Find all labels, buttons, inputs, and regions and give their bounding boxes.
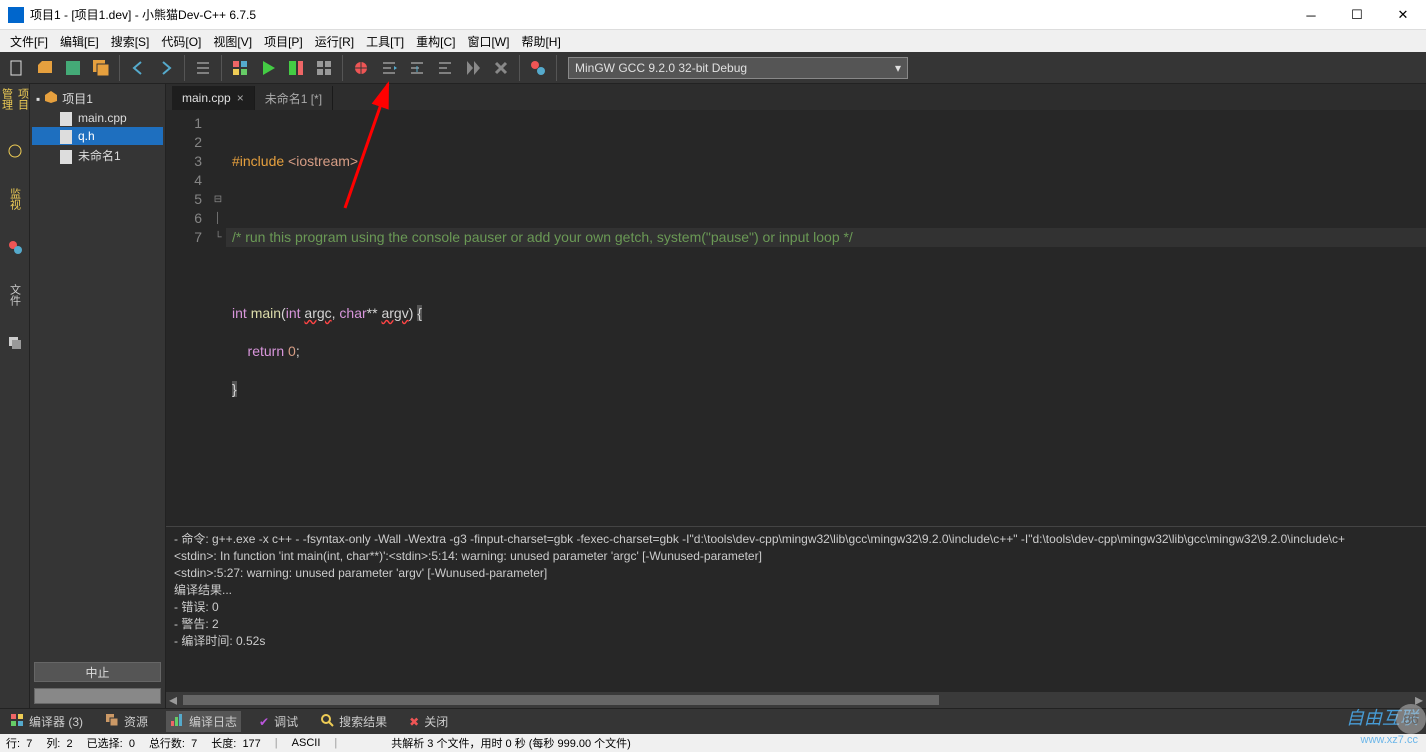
- code-content[interactable]: #include <iostream> /* run this program …: [226, 110, 1426, 526]
- menu-refactor[interactable]: 重构[C]: [410, 31, 461, 52]
- menu-tools[interactable]: 工具[T]: [360, 31, 410, 52]
- scroll-thumb[interactable]: [183, 695, 939, 705]
- btab-compile-log[interactable]: 编译日志: [166, 711, 241, 732]
- run-icon[interactable]: [255, 55, 281, 81]
- output-panel: - 命令: g++.exe -x c++ - -fsyntax-only -Wa…: [166, 526, 1426, 708]
- menu-bar: 文件[F] 编辑[E] 搜索[S] 代码[O] 视图[V] 项目[P] 运行[R…: [0, 30, 1426, 52]
- close-icon: ✖: [409, 715, 419, 729]
- open-icon[interactable]: [32, 55, 58, 81]
- file-icon: [60, 150, 74, 162]
- output-scrollbar[interactable]: ◂ ▸: [166, 692, 1426, 708]
- menu-run[interactable]: 运行[R]: [309, 31, 360, 52]
- activity-files[interactable]: 文件: [4, 280, 26, 310]
- status-bar: 行: 7 列: 2 已选择: 0 总行数: 7 长度: 177 | ASCII …: [0, 734, 1426, 752]
- file-icon: [60, 112, 74, 124]
- dropdown-icon: ▾: [895, 61, 901, 75]
- btab-resources[interactable]: 资源: [101, 711, 152, 732]
- back-icon[interactable]: [125, 55, 151, 81]
- continue-icon[interactable]: [460, 55, 486, 81]
- btab-close[interactable]: ✖ 关闭: [405, 711, 452, 732]
- line-gutter: 1234 5 67: [166, 110, 210, 526]
- collapse-icon: ▪: [36, 92, 40, 106]
- stop-button[interactable]: 中止: [34, 662, 161, 682]
- toolbar: MinGW GCC 9.2.0 32-bit Debug ▾: [0, 52, 1426, 84]
- tab-untitled[interactable]: 未命名1 [*]: [255, 86, 333, 110]
- btab-compiler[interactable]: 编译器 (3): [6, 711, 87, 732]
- menu-help[interactable]: 帮助[H]: [515, 31, 566, 52]
- output-text[interactable]: - 命令: g++.exe -x c++ - -fsyntax-only -Wa…: [166, 527, 1426, 692]
- new-file-icon[interactable]: [4, 55, 30, 81]
- activity-structure[interactable]: [4, 136, 26, 166]
- step-out-icon[interactable]: [432, 55, 458, 81]
- save-icon[interactable]: [60, 55, 86, 81]
- code-editor[interactable]: 1234 5 67 ⊟ │└ #include <iostream> /* ru…: [166, 110, 1426, 526]
- btab-search[interactable]: 搜索结果: [316, 711, 391, 732]
- save-all-icon[interactable]: [88, 55, 114, 81]
- compiler-select[interactable]: MinGW GCC 9.2.0 32-bit Debug ▾: [568, 57, 908, 79]
- title-bar: 项目1 - [项目1.dev] - 小熊猫Dev-C++ 6.7.5 ─ ☐ ✕: [0, 0, 1426, 30]
- search-icon: [320, 713, 334, 730]
- activity-bar: 项目管理 监视 文件: [0, 84, 30, 708]
- debug-icon[interactable]: [348, 55, 374, 81]
- editor-area: main.cpp × 未命名1 [*] 1234 5 67 ⊟ │└ #incl…: [166, 84, 1426, 708]
- project-icon: [44, 90, 58, 107]
- forward-icon[interactable]: [153, 55, 179, 81]
- btab-debug[interactable]: ✔ 调试: [255, 711, 302, 732]
- step-over-icon[interactable]: [376, 55, 402, 81]
- tree-root[interactable]: ▪ 项目1: [32, 88, 163, 109]
- compile-icon[interactable]: [227, 55, 253, 81]
- editor-tabs: main.cpp × 未命名1 [*]: [166, 84, 1426, 110]
- progress-bar: [34, 688, 161, 704]
- activity-project[interactable]: 项目管理: [4, 88, 26, 118]
- app-icon: [8, 7, 24, 23]
- menu-file[interactable]: 文件[F]: [4, 31, 54, 52]
- grid-icon: [10, 713, 24, 730]
- menu-search[interactable]: 搜索[S]: [105, 31, 156, 52]
- tree-file-qh[interactable]: q.h: [32, 127, 163, 145]
- fold-gutter: ⊟ │└: [210, 110, 226, 526]
- breakpoint-icon[interactable]: [525, 55, 551, 81]
- activity-breakpoint[interactable]: [4, 232, 26, 262]
- fold-icon[interactable]: ⊟: [210, 190, 226, 209]
- window-title: 项目1 - [项目1.dev] - 小熊猫Dev-C++ 6.7.5: [30, 6, 256, 23]
- menu-project[interactable]: 项目[P]: [258, 31, 309, 52]
- tree-file-untitled[interactable]: 未命名1: [32, 145, 163, 166]
- rebuild-icon[interactable]: [311, 55, 337, 81]
- activity-watch[interactable]: 监视: [4, 184, 26, 214]
- file-icon: [60, 130, 74, 142]
- bottom-tabs: 编译器 (3) 资源 编译日志 ✔ 调试 搜索结果 ✖ 关闭: [0, 708, 1426, 734]
- tree-file-main[interactable]: main.cpp: [32, 109, 163, 127]
- minimize-button[interactable]: ─: [1288, 0, 1334, 30]
- close-button[interactable]: ✕: [1380, 0, 1426, 30]
- tab-main-cpp[interactable]: main.cpp ×: [172, 86, 255, 110]
- compile-run-icon[interactable]: [283, 55, 309, 81]
- maximize-button[interactable]: ☐: [1334, 0, 1380, 30]
- menu-edit[interactable]: 编辑[E]: [54, 31, 105, 52]
- stack-icon: [105, 713, 119, 730]
- step-into-icon[interactable]: [404, 55, 430, 81]
- sidebar: ▪ 项目1 main.cpp q.h 未命名1 中止: [30, 84, 166, 708]
- project-tree: ▪ 项目1 main.cpp q.h 未命名1: [30, 84, 165, 658]
- check-icon: ✔: [259, 715, 269, 729]
- activity-copy[interactable]: [4, 328, 26, 358]
- menu-view[interactable]: 视图[V]: [207, 31, 258, 52]
- bars-icon: [170, 713, 184, 730]
- compiler-value: MinGW GCC 9.2.0 32-bit Debug: [575, 61, 747, 75]
- menu-code[interactable]: 代码[O]: [155, 31, 207, 52]
- tab-close-icon[interactable]: ×: [237, 91, 244, 105]
- menu-window[interactable]: 窗口[W]: [461, 31, 515, 52]
- stop-debug-icon[interactable]: [488, 55, 514, 81]
- indent-icon[interactable]: [190, 55, 216, 81]
- watermark-badge: 86: [1396, 704, 1426, 734]
